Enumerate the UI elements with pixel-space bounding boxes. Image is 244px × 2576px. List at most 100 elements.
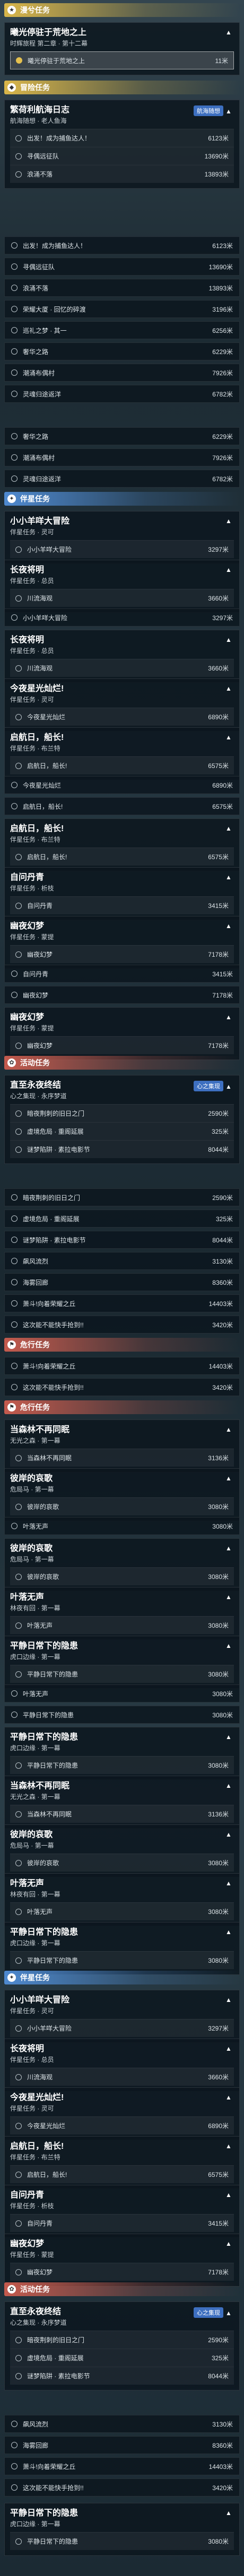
chevron-up-icon[interactable]: ▲ — [223, 1996, 234, 2004]
task-row[interactable]: 谜梦陷阱 · 素拉电影节 8044米 — [4, 1231, 240, 1249]
chevron-up-icon[interactable]: ▲ — [223, 1880, 234, 1887]
chevron-up-icon[interactable]: ▲ — [223, 2509, 234, 2517]
task-row[interactable]: 萧斗!向着荣耀之丘 14403米 — [4, 1357, 240, 1375]
quest-step[interactable]: 幽夜幻梦 7178米 — [10, 2263, 234, 2281]
quest-card[interactable]: 自问丹青 伴星任务 · 析枝 ▲ 自问丹青 3415米 — [4, 867, 240, 920]
task-row[interactable]: 萧斗!向着荣耀之丘 14403米 — [4, 2457, 240, 2475]
quest-step[interactable]: 幽夜幻梦 7178米 — [10, 1036, 234, 1054]
section-header[interactable]: ◆ 冒险任务 — [4, 81, 240, 94]
section-header[interactable]: ✦ 伴星任务 — [4, 1971, 240, 1984]
quest-step[interactable]: 川流海观 3660米 — [10, 589, 234, 607]
quest-card[interactable]: 启航日，船长! 伴星任务 · 布兰特 ▲ 启航日，船长! 6575米 — [4, 2136, 240, 2189]
chevron-up-icon[interactable]: ▲ — [223, 825, 234, 832]
quest-step[interactable]: 浪涌不落 13893米 — [10, 165, 234, 183]
quest-card[interactable]: 幽夜幻梦 伴星任务 · 蒙提 ▲ 幽夜幻梦 7178米 — [4, 916, 240, 969]
quest-card[interactable]: 自问丹青 伴星任务 · 析枝 ▲ 自问丹青 3415米 — [4, 2185, 240, 2238]
quest-step[interactable]: 今夜星光灿烂 6890米 — [10, 2116, 234, 2134]
quest-step[interactable]: 启航日，船长! 6575米 — [10, 756, 234, 774]
chevron-up-icon[interactable]: ▲ — [223, 1831, 234, 1838]
quest-step[interactable]: 启航日，船长! 6575米 — [10, 2165, 234, 2183]
quest-step[interactable]: 叶落无声 3080米 — [10, 1902, 234, 1920]
quest-step[interactable]: 谜梦陷阱 · 素拉电影节 8044米 — [10, 2367, 234, 2385]
chevron-up-icon[interactable]: ▲ — [223, 2045, 234, 2052]
task-row[interactable]: 潮涌布偶村 7926米 — [4, 448, 240, 466]
task-row[interactable]: 寻偶远征队 13690米 — [4, 258, 240, 276]
chevron-up-icon[interactable]: ▲ — [223, 29, 234, 36]
chevron-up-icon[interactable]: ▲ — [223, 1642, 234, 1649]
quest-card[interactable]: 幽夜幻梦 伴星任务 · 蒙提 ▲ 幽夜幻梦 7178米 — [4, 2234, 240, 2287]
task-row[interactable]: 叶落无声 3080米 — [4, 1684, 240, 1702]
quest-step[interactable]: 虚境危局 · 重阁延展 325米 — [10, 1122, 234, 1140]
task-row[interactable]: 灵魂归途返洋 6782米 — [4, 470, 240, 488]
task-row[interactable]: 奢华之路 6229米 — [4, 342, 240, 360]
chevron-up-icon[interactable]: ▲ — [223, 2094, 234, 2101]
quest-card[interactable]: 平静日常下的隐患 虎口边缘 · 第一幕 ▲ 平静日常下的隐患 3080米 — [4, 1727, 240, 1780]
quest-card[interactable]: 曦光停驻于荒地之上 时辉旅程 第二章 · 第十二幕 ▲ 曦光停驻于荒地之上 11米 — [4, 22, 240, 75]
chevron-up-icon[interactable]: ▲ — [223, 874, 234, 881]
task-row[interactable]: 萧斗!向着荣耀之丘 14403米 — [4, 1294, 240, 1312]
quest-card[interactable]: 彼岸的哀歌 危局马 · 第一幕 ▲ 彼岸的哀歌 3080米 — [4, 1538, 240, 1591]
quest-step[interactable]: 彼岸的哀歌 3080米 — [10, 1497, 234, 1515]
chevron-up-icon[interactable]: ▲ — [223, 108, 234, 115]
quest-card[interactable]: 今夜星光灿烂! 伴星任务 · 灵可 ▲ 今夜星光灿烂 6890米 — [4, 2087, 240, 2140]
quest-step[interactable]: 暗夜荆刺的旧日之门 2590米 — [10, 2331, 234, 2349]
quest-step[interactable]: 自问丹青 3415米 — [10, 2214, 234, 2232]
section-header[interactable]: ✿ 活动任务 — [4, 2282, 240, 2296]
task-row[interactable]: 这次能不能快手抢到!! 3420米 — [4, 1378, 240, 1396]
task-row[interactable]: 海雾回廊 8360米 — [4, 2436, 240, 2454]
quest-card[interactable]: 平静日常下的隐患 虎口边缘 · 第一幕 ▲ 平静日常下的隐患 3080米 — [4, 1922, 240, 1975]
task-row[interactable]: 海雾回廊 8360米 — [4, 1273, 240, 1291]
section-header[interactable]: ★ 漫兮任务 — [4, 3, 240, 17]
chevron-up-icon[interactable]: ▲ — [223, 2240, 234, 2247]
task-row[interactable]: 浪涌不落 13893米 — [4, 279, 240, 297]
task-row[interactable]: 虚境危局 · 重阁延展 325米 — [4, 1210, 240, 1228]
task-row[interactable]: 自问丹青 3415米 — [4, 965, 240, 983]
quest-step[interactable]: 平静日常下的隐患 3080米 — [10, 1665, 234, 1683]
quest-card[interactable]: 启航日，船长! 伴星任务 · 布兰特 ▲ 启航日，船长! 6575米 — [4, 818, 240, 871]
chevron-up-icon[interactable]: ▲ — [223, 1733, 234, 1741]
task-row[interactable]: 潮涌布偶村 7926米 — [4, 364, 240, 382]
quest-step[interactable]: 当森林不再同眠 3136米 — [10, 1805, 234, 1823]
quest-step[interactable]: 平静日常下的隐患 3080米 — [10, 2532, 234, 2550]
section-header[interactable]: ⚑ 危行任务 — [4, 1400, 240, 1414]
quest-card[interactable]: 长夜将明 伴星任务 · 总员 ▲ 川流海观 3660米 — [4, 2039, 240, 2092]
quest-step[interactable]: 川流海观 3660米 — [10, 2068, 234, 2086]
task-row[interactable]: 这次能不能快手抢到!! 3420米 — [4, 1316, 240, 1334]
quest-step[interactable]: 寻偶远征队 13690米 — [10, 147, 234, 165]
chevron-up-icon[interactable]: ▲ — [223, 1475, 234, 1482]
quest-card[interactable]: 小小羊咩大冒险 伴星任务 · 灵可 ▲ 小小羊咩大冒险 3297米 — [4, 511, 240, 564]
chevron-up-icon[interactable]: ▲ — [223, 2191, 234, 2199]
quest-card[interactable]: 小小羊咩大冒险 伴星任务 · 灵可 ▲ 小小羊咩大冒险 3297米 — [4, 1990, 240, 2043]
task-row[interactable]: 出发！成为捕鱼达人！ 6123米 — [4, 236, 240, 254]
quest-card[interactable]: 长夜将明 伴星任务 · 总员 ▲ 川流海观 3660米 — [4, 630, 240, 683]
quest-card[interactable]: 平静日常下的隐患 虎口边缘 · 第一幕 ▲ 平静日常下的隐患 3080米 — [4, 2503, 240, 2556]
quest-step[interactable]: 曦光停驻于荒地之上 11米 — [10, 51, 234, 69]
quest-step[interactable]: 谜梦陷阱 · 素拉电影节 8044米 — [10, 1140, 234, 1158]
quest-step[interactable]: 虚境危局 · 重阁延展 325米 — [10, 2349, 234, 2367]
chevron-up-icon[interactable]: ▲ — [223, 1593, 234, 1601]
task-row[interactable]: 飙风流烈 3130米 — [4, 2415, 240, 2433]
task-row[interactable]: 这次能不能快手抢到!! 3420米 — [4, 2478, 240, 2496]
quest-step[interactable]: 暗夜荆刺的旧日之门 2590米 — [10, 1104, 234, 1122]
chevron-up-icon[interactable]: ▲ — [223, 2309, 234, 2317]
section-header[interactable]: ⚑ 危行任务 — [4, 1338, 240, 1352]
quest-step[interactable]: 平静日常下的隐患 3080米 — [10, 1756, 234, 1774]
chevron-up-icon[interactable]: ▲ — [223, 566, 234, 574]
quest-card[interactable]: 直至永夜终结 心之集现 · 永序梦道 心之集现 ▲ 暗夜荆刺的旧日之门 2590米 虚境危局… — [4, 2301, 240, 2390]
task-row[interactable]: 小小羊咩大冒险 3297米 — [4, 608, 240, 627]
chevron-up-icon[interactable]: ▲ — [223, 517, 234, 525]
task-row[interactable]: 荣耀大厦 · 回忆的碎渡 3196米 — [4, 300, 240, 318]
quest-card[interactable]: 直至永夜终结 心之集现 · 永序梦道 心之集现 ▲ 暗夜荆刺的旧日之门 2590米 虚境危局… — [4, 1075, 240, 1164]
chevron-up-icon[interactable]: ▲ — [223, 1928, 234, 1936]
quest-card[interactable]: 叶落无声 林夜有回 · 第一幕 ▲ 叶落无声 3080米 — [4, 1587, 240, 1640]
quest-step[interactable]: 小小羊咩大冒险 3297米 — [10, 540, 234, 558]
quest-card[interactable]: 繁荷利航海日志 航海随想 · 老人鱼海 航海随想 ▲ 出发！成为捕鱼达人！ 6123米 寻偶… — [4, 100, 240, 189]
quest-step[interactable]: 川流海观 3660米 — [10, 659, 234, 677]
quest-step[interactable]: 今夜星光灿烂 6890米 — [10, 708, 234, 726]
quest-card[interactable]: 今夜星光灿烂! 伴星任务 · 灵可 ▲ 今夜星光灿烂 6890米 — [4, 678, 240, 731]
quest-card[interactable]: 幽夜幻梦 伴星任务 · 蒙提 ▲ 幽夜幻梦 7178米 — [4, 1007, 240, 1060]
section-header[interactable]: ✿ 活动任务 — [4, 1056, 240, 1070]
task-row[interactable]: 平静日常下的隐患 3080米 — [4, 1706, 240, 1724]
quest-step[interactable]: 自问丹青 3415米 — [10, 896, 234, 914]
chevron-up-icon[interactable]: ▲ — [223, 1545, 234, 1552]
